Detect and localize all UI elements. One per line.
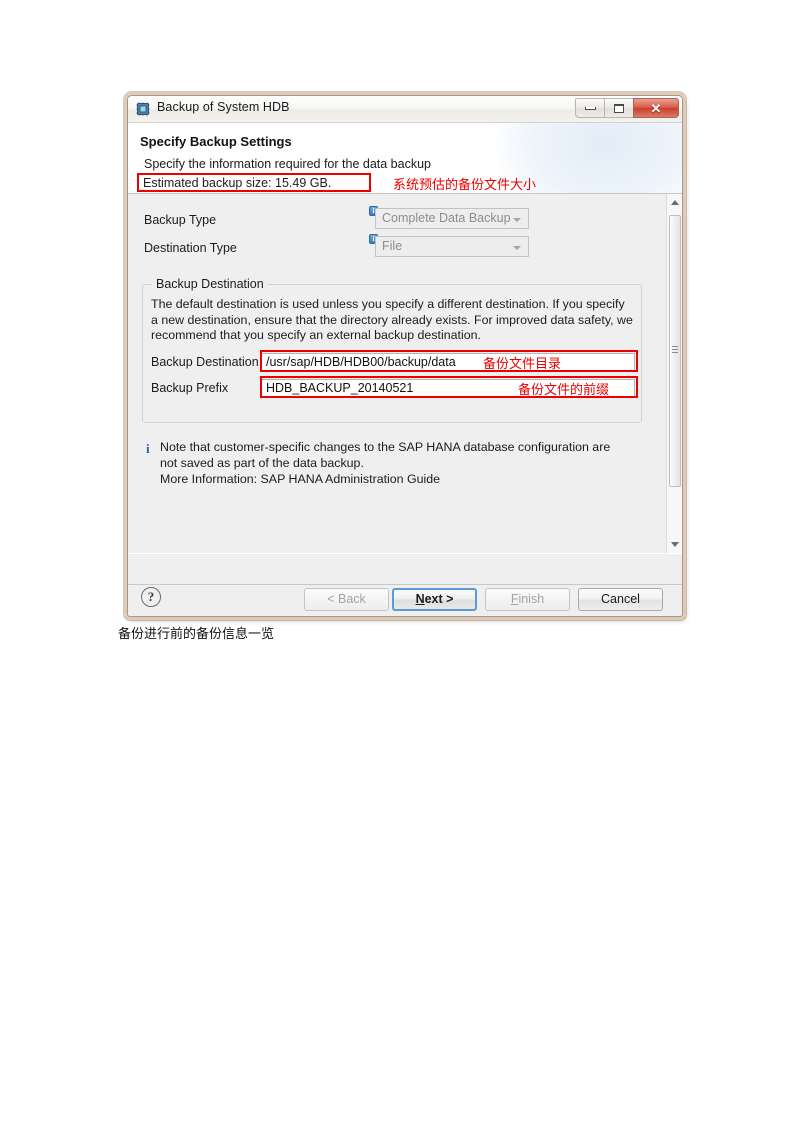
next-button-mnemonic: N [415, 592, 425, 606]
destination-type-select[interactable]: File [375, 236, 529, 257]
backup-type-select[interactable]: Complete Data Backup [375, 208, 529, 229]
settings-content: Backup Type i Complete Data Backup Desti… [128, 194, 682, 553]
wizard-header: Specify Backup Settings Specify the info… [128, 123, 682, 194]
next-button[interactable]: Next > [392, 588, 477, 611]
backup-type-value: Complete Data Backup [382, 211, 511, 225]
destination-type-label: Destination Type [144, 241, 237, 255]
title-bar[interactable]: Backup of System HDB ✕ [128, 96, 682, 123]
content-scrollbar[interactable] [666, 194, 682, 553]
close-icon: ✕ [650, 100, 662, 116]
maximize-button[interactable] [604, 98, 633, 118]
destination-type-row: Destination Type [144, 239, 237, 257]
backup-prefix-label: Backup Prefix [151, 381, 229, 395]
chevron-down-icon [513, 246, 521, 250]
scrollbar-grip-icon [672, 346, 678, 356]
backup-destination-input[interactable]: /usr/sap/HDB/HDB00/backup/data [261, 353, 635, 371]
cancel-button[interactable]: Cancel [578, 588, 663, 611]
annotation-estimated-size: 系统预估的备份文件大小 [393, 178, 537, 193]
backup-destination-group-title: Backup Destination [152, 277, 268, 291]
cancel-button-label: Cancel [601, 592, 640, 606]
estimated-size-text: Estimated backup size: 15.49 GB. [143, 176, 332, 190]
annotation-prefix: 备份文件的前缀 [518, 383, 610, 398]
figure-caption: 备份进行前的备份信息一览 [118, 627, 275, 642]
page-subtitle: Specify the information required for the… [144, 157, 431, 171]
next-button-label: ext > [424, 592, 454, 606]
scrollbar-thumb[interactable] [669, 215, 681, 487]
back-button-label: < Back [327, 592, 366, 606]
estimated-size-highlight: Estimated backup size: 15.49 GB. [137, 173, 371, 192]
backup-dialog: Backup of System HDB ✕ Specify Backup Se… [127, 95, 683, 617]
backup-prefix-value: HDB_BACKUP_20140521 [266, 381, 414, 395]
minimize-icon [584, 106, 596, 110]
close-button[interactable]: ✕ [633, 98, 679, 118]
backup-destination-description: The default destination is used unless y… [151, 297, 633, 342]
page-title: Specify Backup Settings [140, 134, 292, 149]
footer-spacer [128, 553, 682, 584]
dialog-footer: ? < Back Next > Finish Cancel [128, 584, 682, 615]
note-block: Note that customer-specific changes to t… [160, 439, 628, 487]
backup-destination-value: /usr/sap/HDB/HDB00/backup/data [266, 355, 456, 369]
scroll-down-button[interactable] [667, 536, 682, 553]
maximize-icon [614, 103, 624, 113]
destination-type-value: File [382, 239, 403, 253]
minimize-button[interactable] [575, 98, 604, 118]
scroll-up-icon [671, 200, 679, 205]
info-icon: i [146, 441, 150, 456]
back-button[interactable]: < Back [304, 588, 389, 611]
scroll-down-icon [671, 542, 679, 547]
backup-destination-group: Backup Destination The default destinati… [142, 277, 642, 423]
chevron-down-icon [513, 218, 521, 222]
finish-button-label: inish [518, 592, 545, 606]
annotation-destination-dir: 备份文件目录 [483, 357, 562, 372]
note-line-1: Note that customer-specific changes to t… [160, 440, 611, 454]
window-controls: ✕ [575, 98, 679, 118]
window-title: Backup of System HDB [157, 100, 290, 114]
note-line-2: not saved as part of the data backup. [160, 456, 364, 470]
note-line-3: More Information: SAP HANA Administratio… [160, 472, 441, 486]
scroll-up-button[interactable] [667, 194, 682, 211]
help-button[interactable]: ? [141, 587, 161, 607]
backup-destination-label: Backup Destination [151, 355, 259, 369]
system-chip-icon [135, 101, 151, 117]
finish-button[interactable]: Finish [485, 588, 570, 611]
backup-type-label: Backup Type [144, 213, 217, 227]
backup-type-row: Backup Type [144, 211, 216, 229]
